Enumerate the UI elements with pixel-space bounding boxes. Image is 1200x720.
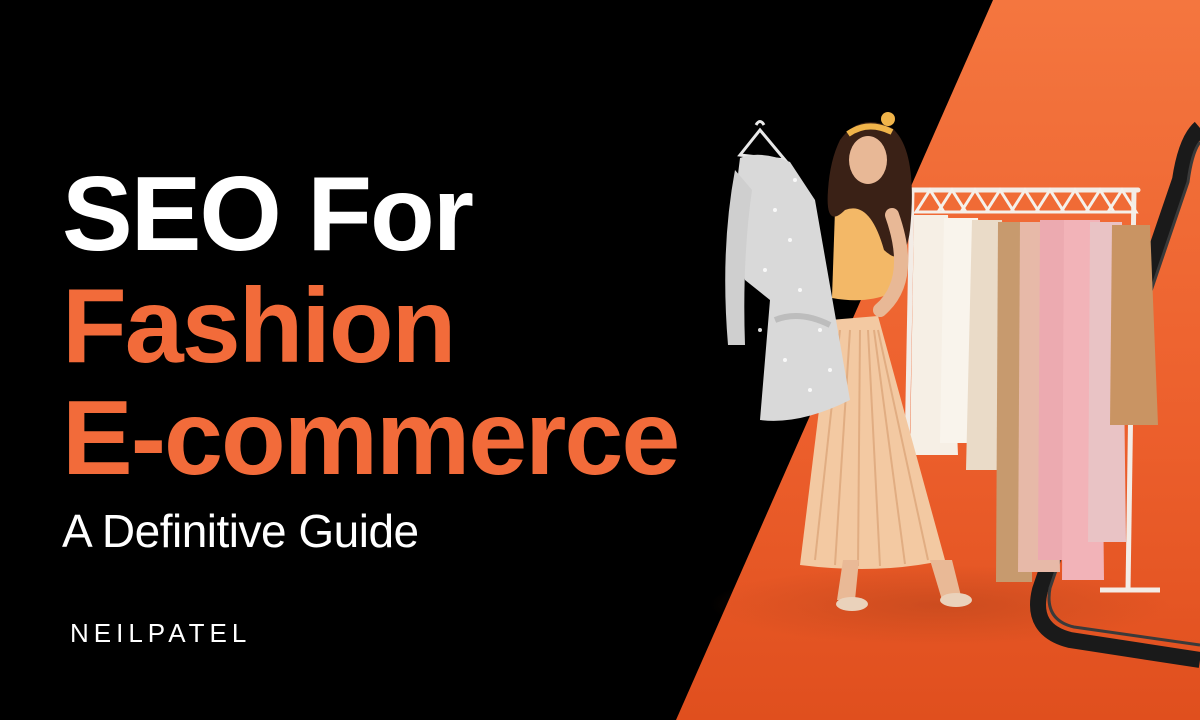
brand-logo-text: NEILPATEL bbox=[70, 618, 252, 648]
headline: SEO For Fashion E-commerce A Definitive … bbox=[62, 155, 680, 558]
subtitle: A Definitive Guide bbox=[62, 505, 419, 557]
hero-banner: SEO For Fashion E-commerce A Definitive … bbox=[0, 0, 1200, 720]
hangers bbox=[913, 187, 1139, 214]
title-line-2: Fashion bbox=[62, 267, 456, 385]
title-line-3: E-commerce bbox=[62, 379, 680, 497]
title-line-1: SEO For bbox=[62, 155, 474, 273]
hanging-garments bbox=[910, 215, 1158, 582]
